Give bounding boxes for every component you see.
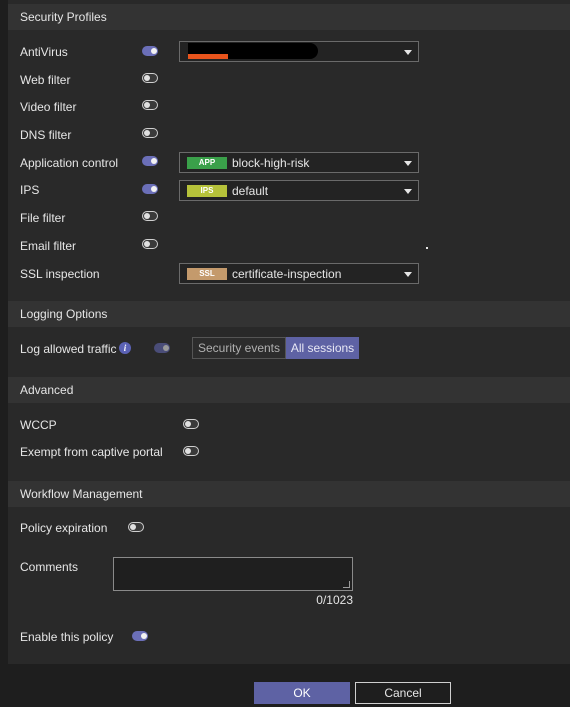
file-filter-label: File filter xyxy=(20,211,66,225)
section-header-security-profiles: Security Profiles xyxy=(8,4,570,30)
ips-badge: IPS xyxy=(187,185,227,197)
wccp-toggle[interactable] xyxy=(183,419,199,429)
all-sessions-option[interactable]: All sessions xyxy=(286,337,359,359)
ips-label: IPS xyxy=(20,183,40,197)
app-badge: APP xyxy=(187,157,227,169)
enable-policy-toggle[interactable] xyxy=(132,631,148,641)
cancel-button[interactable]: Cancel xyxy=(355,682,451,704)
wccp-label: WCCP xyxy=(20,418,57,432)
application-control-toggle[interactable] xyxy=(142,156,158,166)
email-filter-toggle[interactable] xyxy=(142,239,158,249)
info-icon[interactable]: i xyxy=(119,342,131,354)
antivirus-label: AntiVirus xyxy=(20,45,68,59)
policy-expiration-label: Policy expiration xyxy=(20,521,108,535)
comments-label: Comments xyxy=(20,560,79,574)
chevron-down-icon xyxy=(404,189,412,194)
chevron-down-icon xyxy=(404,50,412,55)
chevron-down-icon xyxy=(404,272,412,277)
stray-dot xyxy=(426,247,428,249)
ips-select[interactable]: IPS default xyxy=(179,180,419,201)
section-header-advanced: Advanced xyxy=(8,377,570,403)
ssl-inspection-select[interactable]: SSL certificate-inspection xyxy=(179,263,419,284)
enable-policy-label: Enable this policy xyxy=(20,630,114,644)
redaction-mark xyxy=(188,54,228,59)
application-control-select[interactable]: APP block-high-risk xyxy=(179,152,419,173)
ssl-inspection-label: SSL inspection xyxy=(20,267,100,281)
antivirus-profile-select[interactable] xyxy=(179,41,419,62)
antivirus-toggle[interactable] xyxy=(142,46,158,56)
video-filter-toggle[interactable] xyxy=(142,100,158,110)
ssl-badge: SSL xyxy=(187,268,227,280)
log-allowed-traffic-label: Log allowed traffic xyxy=(20,342,117,356)
log-allowed-traffic-toggle[interactable] xyxy=(154,343,170,353)
web-filter-label: Web filter xyxy=(20,73,71,87)
ssl-inspection-value: certificate-inspection xyxy=(232,267,342,281)
ips-toggle[interactable] xyxy=(142,184,158,194)
ips-value: default xyxy=(232,184,269,198)
file-filter-toggle[interactable] xyxy=(142,211,158,221)
exempt-captive-portal-toggle[interactable] xyxy=(183,446,199,456)
dns-filter-toggle[interactable] xyxy=(142,128,158,138)
security-events-option[interactable]: Security events xyxy=(192,337,286,359)
web-filter-toggle[interactable] xyxy=(142,73,158,83)
video-filter-label: Video filter xyxy=(20,100,77,114)
section-header-workflow-management: Workflow Management xyxy=(8,481,570,507)
chevron-down-icon xyxy=(404,161,412,166)
email-filter-label: Email filter xyxy=(20,239,77,253)
comments-counter: 0/1023 xyxy=(316,593,353,607)
section-header-logging-options: Logging Options xyxy=(8,301,570,327)
ok-button[interactable]: OK xyxy=(254,682,350,704)
application-control-value: block-high-risk xyxy=(232,156,310,170)
application-control-label: Application control xyxy=(20,156,119,170)
exempt-captive-portal-label: Exempt from captive portal xyxy=(20,445,163,459)
dns-filter-label: DNS filter xyxy=(20,128,72,142)
resize-grip-icon[interactable] xyxy=(343,581,350,588)
policy-expiration-toggle[interactable] xyxy=(128,522,144,532)
comments-textarea[interactable] xyxy=(113,557,353,591)
